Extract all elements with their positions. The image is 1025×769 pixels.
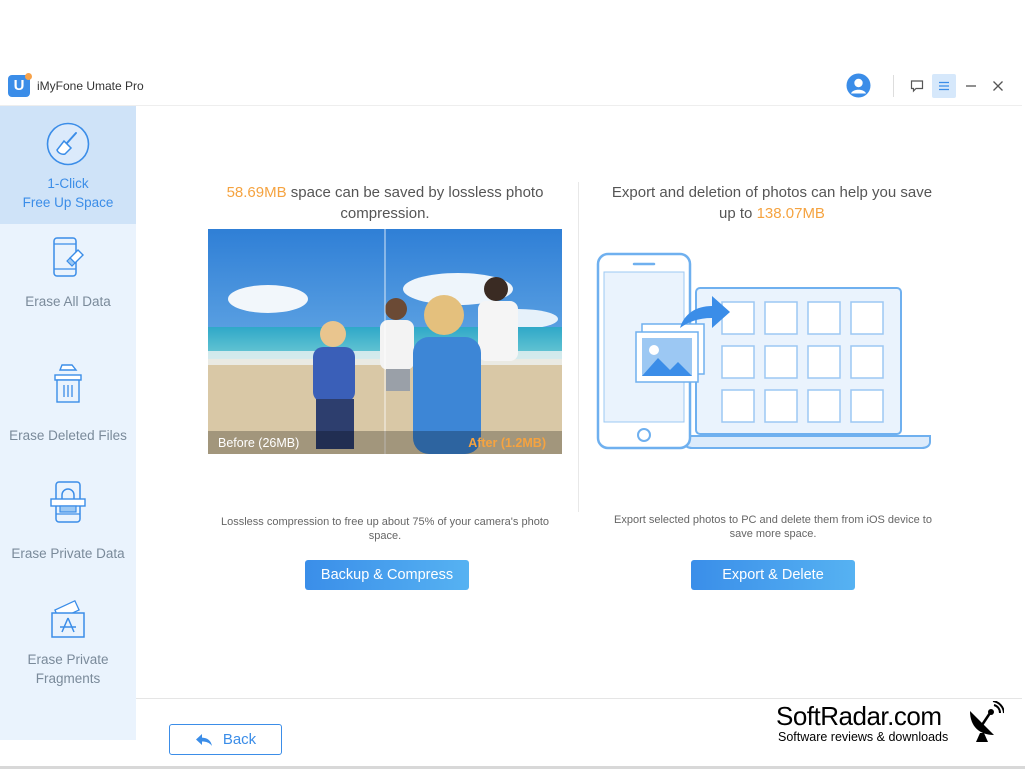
sidebar-item-label: Fragments: [35, 671, 101, 686]
app-title: iMyFone Umate Pro: [37, 79, 144, 93]
export-caption: Export selected photos to PC and delete …: [589, 513, 957, 541]
app-logo-letter: U: [13, 77, 25, 94]
user-avatar-icon[interactable]: [846, 73, 871, 98]
lock-phone-icon: [50, 481, 86, 523]
back-arrow-icon: [195, 733, 212, 746]
sidebar-item-label: Erase Private: [27, 652, 109, 667]
compress-caption-line1: Lossless compression to free up about 75…: [220, 516, 549, 528]
titlebar-divider: [893, 75, 894, 97]
minimize-icon[interactable]: [959, 74, 983, 98]
main-content: 58.69MB space can be saved by lossless p…: [136, 106, 1022, 766]
export-amount: 138.07MB: [756, 205, 825, 222]
sidebar-item-label: 1-Click: [47, 176, 89, 191]
sidebar-item-erase-all-data[interactable]: Erase All Data: [0, 236, 136, 316]
title-bar: U iMyFone Umate Pro: [0, 66, 1022, 106]
feedback-icon[interactable]: [905, 74, 929, 98]
sidebar-item-erase-private-data[interactable]: Erase Private Data: [0, 480, 136, 564]
app-logo-icon: U: [8, 73, 32, 97]
back-button[interactable]: Back: [169, 724, 282, 755]
footer-divider: [136, 698, 1022, 699]
export-headline: Export and deletion of photos can help y…: [586, 182, 958, 224]
compress-headline: 58.69MB space can be saved by lossless p…: [188, 182, 582, 224]
export-headline-line1: Export and deletion of photos can help y…: [611, 184, 933, 201]
sidebar-item-label: Erase Private Data: [11, 546, 125, 561]
sidebar-item-erase-private-fragments[interactable]: Erase Private Fragments: [0, 596, 136, 696]
export-delete-button[interactable]: Export & Delete: [691, 560, 855, 590]
compress-headline-line2: compression.: [340, 205, 430, 222]
compress-amount: 58.69MB: [226, 184, 287, 201]
compression-comparison-image: Before (26MB) After (1.2MB): [208, 229, 562, 454]
sidebar-item-label: Erase All Data: [25, 294, 111, 309]
compress-caption-line2: space.: [368, 530, 402, 542]
back-label: Back: [222, 731, 257, 748]
sidebar-item-label: Erase Deleted Files: [9, 428, 127, 443]
panel-divider: [578, 182, 579, 512]
sidebar-item-erase-deleted-files[interactable]: Erase Deleted Files: [0, 362, 136, 446]
watermark-tagline: Software reviews & downloads: [778, 730, 949, 744]
after-label: After (1.2MB): [468, 436, 546, 450]
export-headline-prefix: up to: [719, 205, 757, 222]
watermark-name: SoftRadar.com: [776, 701, 942, 731]
sidebar: 1-Click Free Up Space Erase All Data Era…: [0, 106, 136, 740]
satellite-dish-icon: [970, 701, 1004, 742]
broom-icon: [46, 122, 90, 166]
before-label: Before (26MB): [218, 436, 300, 450]
sidebar-item-free-up-space[interactable]: 1-Click Free Up Space: [0, 106, 136, 224]
app-fragments-icon: [51, 599, 85, 638]
trash-icon: [54, 364, 82, 403]
app-window: U iMyFone Umate Pro 1-Click Free Up Spac…: [0, 66, 1022, 766]
phone-eraser-icon: [53, 237, 84, 277]
close-icon[interactable]: [986, 74, 1010, 98]
compress-caption: Lossless compression to free up about 75…: [204, 515, 566, 543]
compress-headline-text: space can be saved by lossless photo: [286, 184, 544, 201]
export-caption-line1: Export selected photos to PC and delete …: [614, 514, 932, 526]
export-illustration: [596, 252, 931, 450]
export-caption-line2: save more space.: [729, 528, 817, 540]
sidebar-item-label: Free Up Space: [22, 195, 114, 210]
softradar-watermark: SoftRadar.com Software reviews & downloa…: [776, 701, 1006, 749]
menu-icon[interactable]: [932, 74, 956, 98]
backup-compress-button[interactable]: Backup & Compress: [305, 560, 469, 590]
